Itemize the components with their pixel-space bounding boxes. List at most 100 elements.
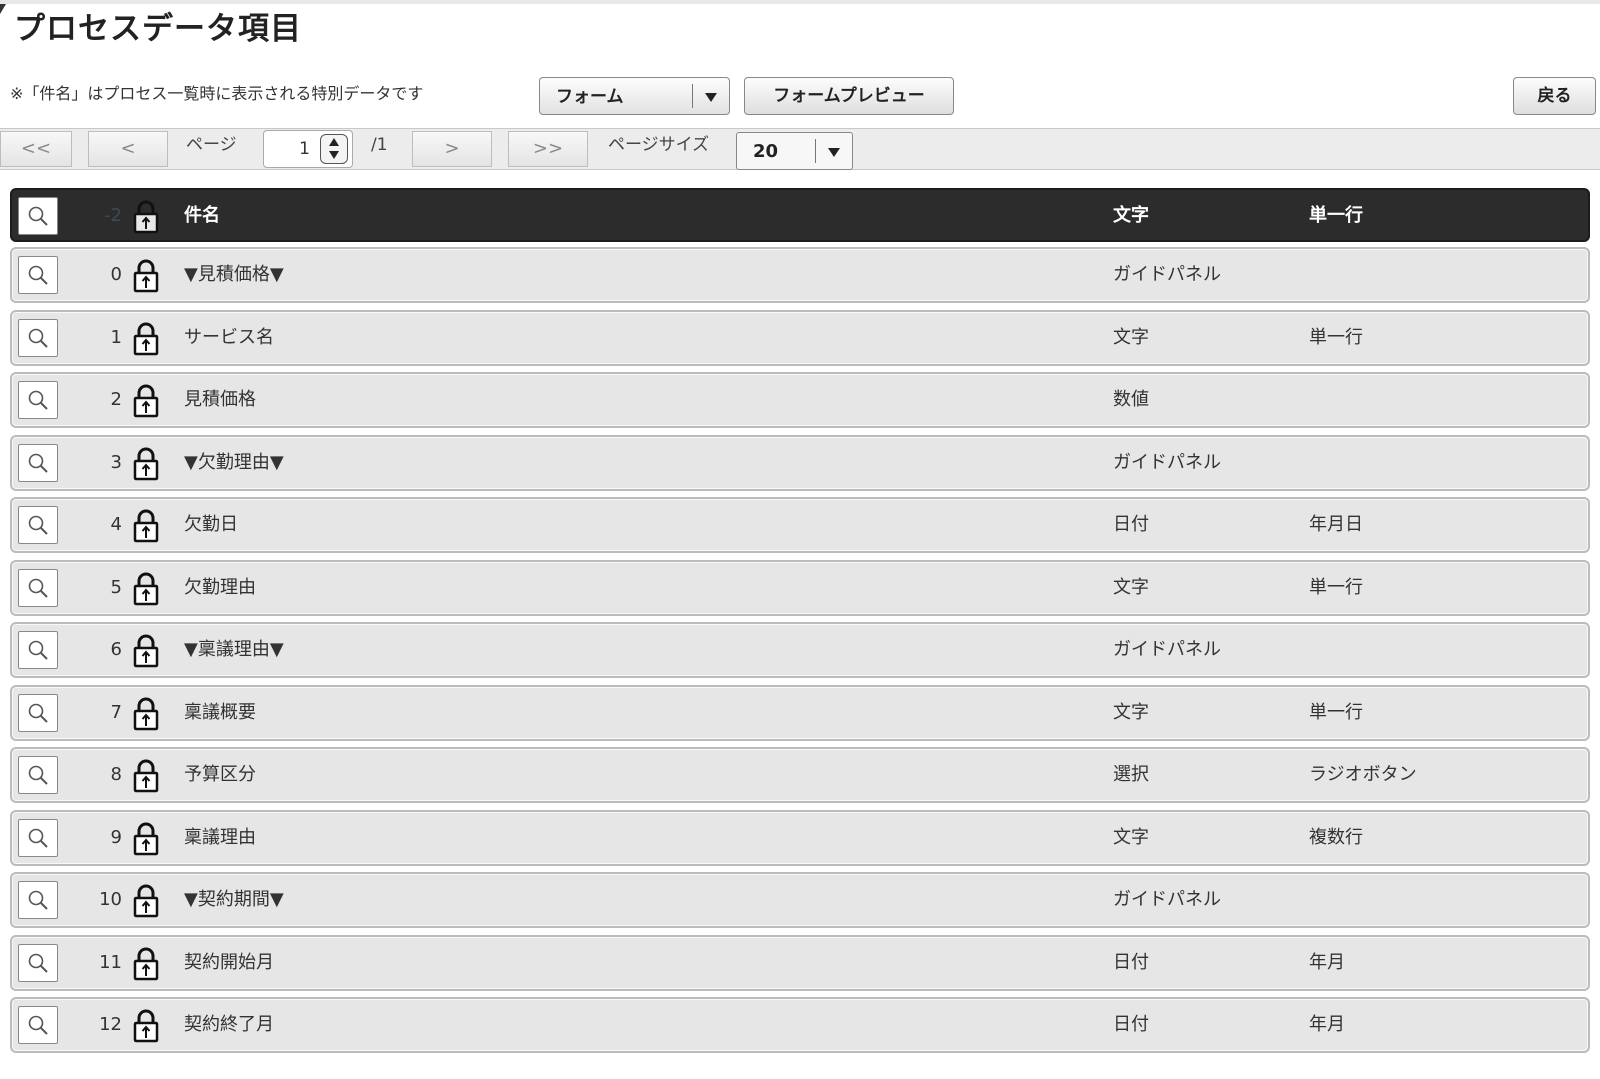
item-type: 日付 [1113,951,1149,973]
page-label: ページ [186,135,237,155]
table-header-row[interactable]: -2 件名 文字 単一行 [10,188,1590,242]
select-separator [692,84,693,108]
item-subtype: 年月日 [1309,514,1363,535]
select-separator [815,139,816,163]
search-icon[interactable] [18,631,58,669]
back-button[interactable]: 戻る [1513,77,1596,115]
search-icon[interactable] [18,256,58,294]
lock-icon[interactable] [132,947,160,985]
item-name: 欠勤日 [184,514,238,535]
row-number: 12 [99,1014,122,1035]
row-number: 10 [99,889,122,910]
title-corner-mark [0,4,6,14]
item-type: ガイドパネル [1113,889,1221,910]
table-row[interactable]: 4 欠勤日 日付 年月日 [10,497,1590,553]
search-icon[interactable] [18,443,58,482]
lock-icon[interactable] [132,384,160,422]
item-name: 稟議概要 [184,701,256,723]
lock-icon[interactable] [132,572,160,610]
chevron-down-icon [705,93,717,102]
row-number: 7 [110,701,122,723]
table-row[interactable]: 2 見積価格 数値 [10,372,1590,428]
page-number-stepper[interactable]: 1 [263,130,353,168]
item-name: サービス名 [184,326,274,348]
item-name: ▼見積価格▼ [184,264,284,285]
lock-icon[interactable] [132,884,160,922]
lock-icon[interactable] [132,822,160,860]
lock-icon[interactable] [132,200,160,238]
lock-icon[interactable] [132,1009,160,1047]
table-row[interactable]: 9 稟議理由 文字 複数行 [10,809,1590,866]
prev-page-button[interactable]: < [88,131,168,167]
row-number: 11 [99,951,122,973]
table-row[interactable]: 1 サービス名 文字 単一行 [10,309,1590,366]
form-preview-button[interactable]: フォームプレビュー [744,77,954,115]
item-type: ガイドパネル [1113,264,1221,285]
arrow-down-icon[interactable] [329,151,339,159]
item-subtype: 年月 [1309,951,1345,973]
lock-icon[interactable] [132,447,160,485]
next-page-button[interactable]: > [412,131,492,167]
item-type: 日付 [1113,514,1149,535]
page-title: プロセスデータ項目 [14,11,302,47]
item-subtype: 単一行 [1309,701,1363,723]
chevron-down-icon [828,148,840,157]
search-icon[interactable] [18,318,58,357]
search-icon[interactable] [18,506,58,544]
search-icon[interactable] [18,693,58,732]
first-page-button[interactable]: << [0,131,72,167]
item-type: ガイドパネル [1113,639,1221,660]
item-subtype: ラジオボタン [1309,764,1417,785]
stepper-arrows[interactable] [320,134,348,164]
lock-icon[interactable] [132,509,160,547]
item-type: ガイドパネル [1113,451,1221,473]
page-size-select[interactable]: 20 [736,132,853,170]
table-row[interactable]: 3 ▼欠勤理由▼ ガイドパネル [10,434,1590,491]
row-number: -2 [104,205,122,226]
search-icon[interactable] [18,1006,58,1044]
table-row[interactable]: 8 予算区分 選択 ラジオボタン [10,747,1590,803]
item-subtype: 年月 [1309,1014,1345,1035]
item-name: 件名 [184,205,220,226]
table-row[interactable]: 10 ▼契約期間▼ ガイドパネル [10,872,1590,928]
item-name: 欠勤理由 [184,576,256,598]
row-number: 2 [110,389,122,410]
item-type: 文字 [1113,205,1149,226]
lock-icon[interactable] [132,759,160,797]
lock-icon[interactable] [132,322,160,360]
arrow-up-icon[interactable] [329,138,339,146]
item-type: 選択 [1113,764,1149,785]
item-name: ▼稟議理由▼ [184,639,284,660]
table-row[interactable]: 12 契約終了月 日付 年月 [10,997,1590,1053]
last-page-button[interactable]: >> [508,131,588,167]
item-type: 文字 [1113,701,1149,723]
search-icon[interactable] [18,381,58,419]
row-number: 1 [110,326,122,348]
search-icon[interactable] [18,197,58,235]
lock-icon[interactable] [132,697,160,735]
table-row[interactable]: 11 契約開始月 日付 年月 [10,934,1590,991]
search-icon[interactable] [18,943,58,982]
lock-icon[interactable] [132,634,160,672]
item-name: 契約開始月 [184,951,274,973]
table-row[interactable]: 7 稟議概要 文字 単一行 [10,684,1590,741]
search-icon[interactable] [18,881,58,919]
row-number: 6 [110,639,122,660]
pager-bar: << < ページ 1 /1 > >> ページサイズ 20 [0,128,1600,170]
table-row[interactable]: 0 ▼見積価格▼ ガイドパネル [10,247,1590,303]
subject-note: ※「件名」はプロセス一覧時に表示される特別データです [10,84,424,103]
search-icon[interactable] [18,818,58,857]
table-row[interactable]: 6 ▼稟議理由▼ ガイドパネル [10,622,1590,678]
search-icon[interactable] [18,568,58,607]
table-row[interactable]: 5 欠勤理由 文字 単一行 [10,559,1590,616]
item-subtype: 複数行 [1309,826,1363,848]
form-select[interactable]: フォーム [539,77,730,115]
item-type: 文字 [1113,826,1149,848]
item-type: 文字 [1113,326,1149,348]
item-name: 契約終了月 [184,1014,274,1035]
item-subtype: 単一行 [1309,326,1363,348]
lock-icon[interactable] [132,259,160,297]
search-icon[interactable] [18,756,58,794]
page-size-label: ページサイズ [608,135,710,155]
item-type: 数値 [1113,389,1149,410]
